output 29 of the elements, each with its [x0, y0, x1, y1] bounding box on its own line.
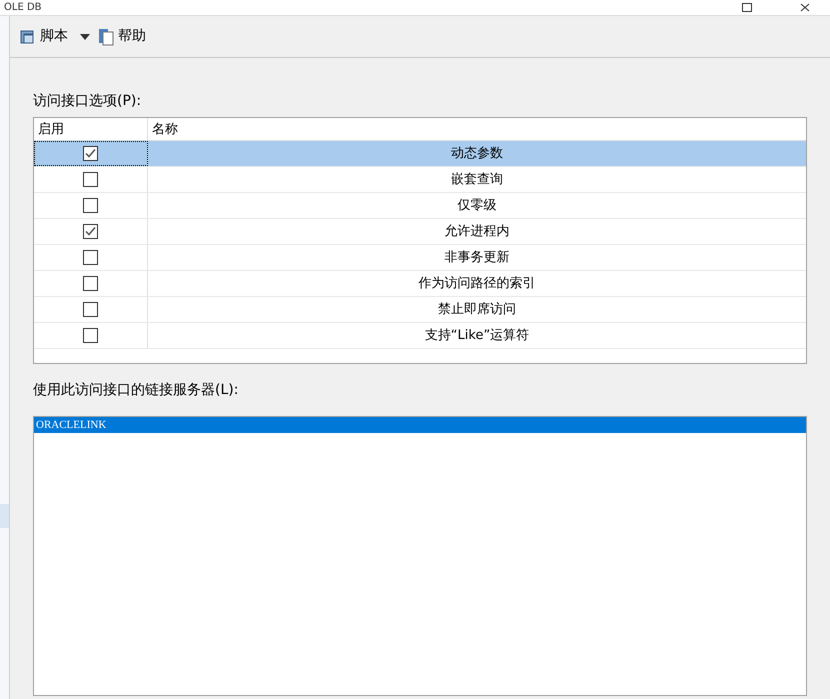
close-icon[interactable]	[800, 3, 810, 12]
option-name[interactable]: 嵌套查询	[148, 167, 806, 192]
option-name[interactable]: 仅零级	[148, 193, 806, 218]
checkbox[interactable]	[83, 276, 98, 291]
window-title: OLE DB	[4, 2, 42, 12]
checkbox[interactable]	[83, 328, 98, 343]
checkbox[interactable]	[83, 146, 98, 161]
column-header[interactable]: 名称	[148, 118, 806, 140]
script-button[interactable]: 脚本	[18, 26, 68, 47]
checkbox[interactable]	[83, 198, 98, 213]
checkbox[interactable]	[83, 302, 98, 317]
document-icon	[98, 28, 114, 46]
option-name[interactable]: 作为访问路径的索引	[148, 271, 806, 296]
checkbox[interactable]	[83, 250, 98, 265]
dropdown-caret-icon[interactable]	[80, 34, 90, 40]
options-label: 访问接口选项(P):	[33, 92, 142, 111]
row-cell[interactable]	[34, 141, 148, 166]
checkbox[interactable]	[83, 224, 98, 239]
checkbox[interactable]	[83, 172, 98, 187]
option-name[interactable]: 支持“Like”运算符	[148, 323, 806, 348]
option-name[interactable]: 禁止即席访问	[148, 297, 806, 322]
help-button[interactable]: 帮助	[98, 26, 146, 47]
maximize-icon[interactable]	[742, 3, 752, 12]
option-name[interactable]: 非事务更新	[148, 245, 806, 270]
server-item[interactable]: ORACLELINK	[34, 417, 806, 433]
option-name[interactable]: 允许进程内	[148, 219, 806, 244]
option-name[interactable]: 动态参数	[148, 141, 806, 166]
servers-label: 使用此访问接口的链接服务器(L):	[33, 381, 240, 400]
column-header[interactable]: 启用	[34, 118, 148, 140]
